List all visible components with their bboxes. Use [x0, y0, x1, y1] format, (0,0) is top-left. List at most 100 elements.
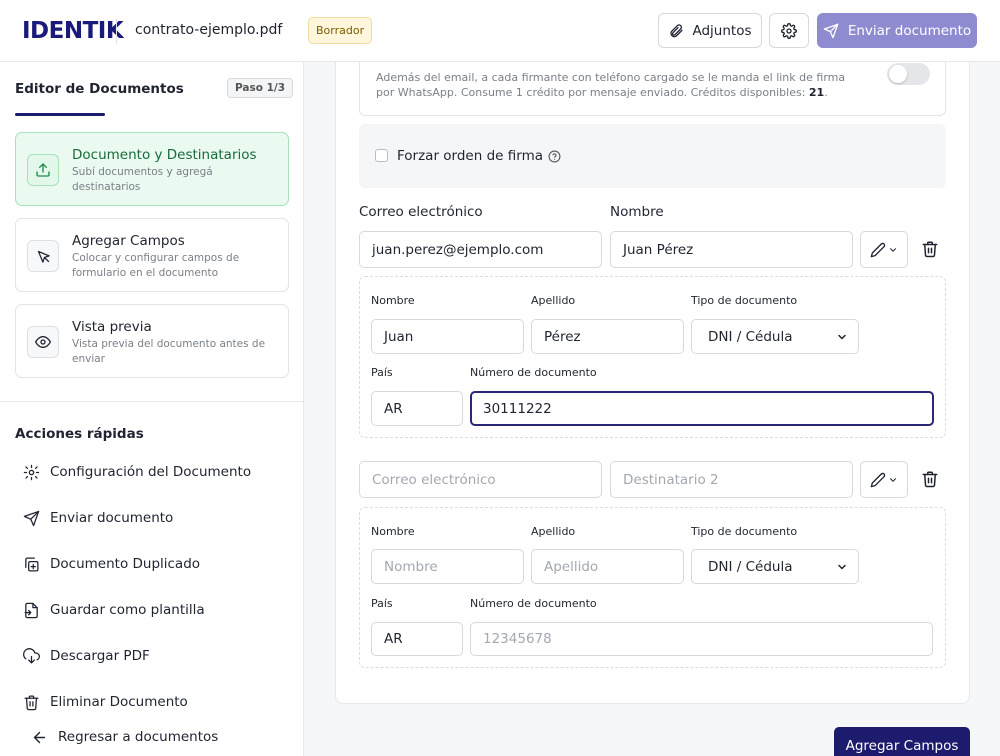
name-label: Nombre: [610, 204, 664, 220]
recipient-2-doc-type-select[interactable]: DNI / Cédula: [691, 549, 859, 584]
sidebar: Editor de Documentos Paso 1/3 Documento …: [0, 62, 304, 756]
country-label: País: [371, 366, 393, 379]
gear-icon: [781, 22, 797, 39]
step-preview[interactable]: Vista previa Vista previa del documento …: [15, 304, 289, 378]
step-progress-bar: [15, 113, 105, 116]
settings-button[interactable]: [769, 13, 809, 48]
action-send-document[interactable]: Enviar documento: [23, 508, 173, 528]
action-duplicate-document[interactable]: Documento Duplicado: [23, 554, 200, 574]
quick-actions-title: Acciones rápidas: [15, 426, 144, 442]
action-label: Configuración del Documento: [50, 464, 252, 480]
step-badge: Paso 1/3: [227, 78, 294, 98]
recipient-1-delete-icon[interactable]: [921, 240, 939, 258]
step-add-fields[interactable]: Agregar Campos Colocar y configurar camp…: [15, 218, 289, 292]
credits-count: 21: [808, 86, 825, 99]
chevron-down-icon: [889, 477, 897, 482]
action-label: Eliminar Documento: [50, 694, 188, 710]
pen-icon: [870, 472, 886, 487]
step-title: Vista previa: [72, 319, 152, 335]
eye-icon: [27, 326, 59, 358]
back-to-documents-link[interactable]: Regresar a documentos: [31, 727, 218, 747]
recipient-2-last-name-input[interactable]: Apellido: [531, 549, 684, 584]
recipient-1-last-name-input[interactable]: Pérez: [531, 319, 684, 354]
action-save-template[interactable]: Guardar como plantilla: [23, 600, 205, 620]
top-header: IDENTIK contrato-ejemplo.pdf Borrador Ad…: [0, 0, 1000, 62]
recipient-1-doc-number-input[interactable]: 30111222: [470, 391, 934, 426]
toggle-knob: [889, 65, 907, 83]
recipient-2-country-input[interactable]: AR: [371, 622, 463, 656]
step-description: Vista previa del documento antes de envi…: [72, 338, 266, 365]
recipient-2-role-dropdown[interactable]: [860, 461, 908, 498]
action-label: Descargar PDF: [50, 648, 150, 664]
first-name-label: Nombre: [371, 525, 415, 538]
send-document-label: Enviar documento: [847, 22, 972, 39]
recipient-1-first-name-input[interactable]: Juan: [371, 319, 524, 354]
email-label: Correo electrónico: [359, 204, 483, 220]
status-badge: Borrador: [308, 17, 373, 44]
signing-order-checkbox[interactable]: [375, 149, 388, 162]
action-label: Documento Duplicado: [50, 556, 201, 572]
recipient-2-doc-number-input[interactable]: 12345678: [470, 622, 933, 656]
help-icon[interactable]: [548, 150, 561, 163]
whatsapp-option: Además del email, a cada firmante con te…: [359, 62, 946, 116]
attachments-button[interactable]: Adjuntos: [658, 13, 762, 48]
attachments-label: Adjuntos: [692, 22, 752, 39]
step-description: Colocar y configurar campos de formulari…: [72, 252, 240, 279]
chevron-down-icon: [889, 247, 897, 252]
doc-number-label: Número de documento: [470, 597, 597, 610]
recipient-1-email-input[interactable]: juan.perez@ejemplo.com: [359, 231, 602, 268]
sidebar-title: Editor de Documentos: [15, 81, 184, 97]
selected-doc-type: DNI / Cédula: [708, 558, 793, 575]
trash-icon: [24, 694, 39, 710]
step-documents-recipients[interactable]: Documento y Destinatarios Subí documento…: [15, 132, 289, 206]
upload-icon: [27, 154, 59, 186]
step-description: Subí documentos y agregá destinatarios: [72, 166, 213, 193]
back-label: Regresar a documentos: [58, 729, 219, 745]
gear-icon: [23, 464, 40, 480]
duplicate-icon: [25, 556, 39, 572]
chevron-down-icon: [838, 334, 846, 339]
doc-number-label: Número de documento: [470, 366, 597, 379]
whatsapp-toggle[interactable]: [887, 63, 930, 85]
recipient-1-role-dropdown[interactable]: [860, 231, 908, 268]
cursor-icon: [27, 240, 59, 272]
country-label: País: [371, 597, 393, 610]
download-icon: [23, 647, 40, 664]
send-icon: [823, 23, 839, 38]
doc-type-label: Tipo de documento: [691, 525, 798, 538]
add-fields-button[interactable]: Agregar Campos: [834, 727, 970, 756]
send-document-button[interactable]: Enviar documento: [817, 13, 977, 48]
recipient-2-email-input[interactable]: Correo electrónico: [359, 461, 602, 498]
last-name-label: Apellido: [531, 525, 576, 538]
sidebar-divider: [0, 401, 304, 402]
recipient-1-name-input[interactable]: Juan Pérez: [610, 231, 853, 268]
step-title: Documento y Destinatarios: [72, 147, 257, 163]
recipient-1-country-input[interactable]: AR: [371, 391, 463, 426]
last-name-label: Apellido: [531, 294, 576, 307]
action-label: Guardar como plantilla: [50, 602, 205, 618]
arrow-left-icon: [33, 731, 46, 743]
action-delete-document[interactable]: Eliminar Documento: [23, 692, 188, 712]
recipient-2-delete-icon[interactable]: [921, 470, 939, 488]
recipient-1-doc-type-select[interactable]: DNI / Cédula: [691, 319, 859, 354]
first-name-label: Nombre: [371, 294, 415, 307]
recipient-2-first-name-input[interactable]: Nombre: [371, 549, 524, 584]
signing-order-label[interactable]: Forzar orden de firma: [397, 148, 561, 164]
send-icon: [23, 510, 40, 526]
signing-order-box: Forzar orden de firma: [359, 124, 946, 188]
document-filename: contrato-ejemplo.pdf: [135, 22, 283, 38]
action-label: Enviar documento: [50, 510, 174, 526]
paperclip-icon: [670, 23, 684, 37]
save-template-icon: [24, 602, 38, 618]
pen-icon: [870, 242, 886, 257]
brand-logo[interactable]: IDENTIK: [22, 17, 124, 45]
action-document-settings[interactable]: Configuración del Documento: [23, 462, 251, 482]
recipient-2-name-input[interactable]: Destinatario 2: [610, 461, 853, 498]
doc-type-label: Tipo de documento: [691, 294, 798, 307]
action-download-pdf[interactable]: Descargar PDF: [23, 646, 150, 666]
selected-doc-type: DNI / Cédula: [708, 328, 793, 345]
chevron-down-icon: [838, 564, 846, 569]
whatsapp-description: Además del email, a cada firmante con te…: [376, 71, 846, 99]
header-divider: [116, 18, 117, 44]
step-title: Agregar Campos: [72, 233, 185, 249]
